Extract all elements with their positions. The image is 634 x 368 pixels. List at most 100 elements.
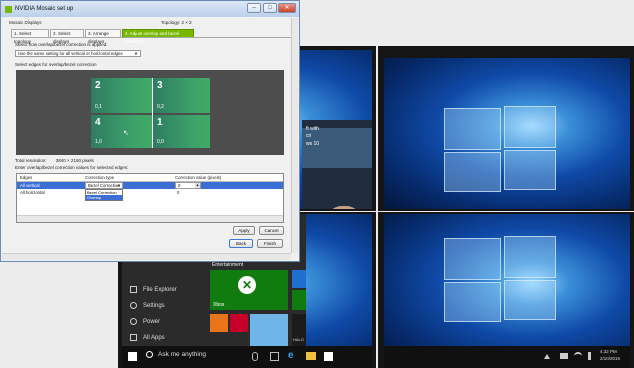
maximize-button[interactable]: □ xyxy=(263,3,277,13)
edge-cell: All vertical xyxy=(20,183,40,188)
tile-group-label: Entertainment xyxy=(212,262,244,268)
window-pane xyxy=(444,282,501,322)
dialog-title: NVIDIA Mosaic set up xyxy=(15,6,74,12)
dialog-vertical-scrollbar[interactable] xyxy=(291,18,298,253)
window-pane xyxy=(504,280,556,320)
nvidia-mosaic-dialog: NVIDIA Mosaic set up – □ ✕ Mosaic Displa… xyxy=(0,0,300,262)
apply-button[interactable]: Apply xyxy=(233,226,255,235)
start-item-label: Power xyxy=(143,318,161,325)
minimize-button[interactable]: – xyxy=(247,3,261,13)
tab-arrange-displays[interactable]: 3. Arrange displays xyxy=(85,29,121,44)
tile-label: Xbox xyxy=(213,302,225,308)
start-item-label: Settings xyxy=(143,302,165,309)
clock-date[interactable]: 2/10/2016 xyxy=(600,356,620,361)
chevron-down-icon: ▼ xyxy=(134,51,138,56)
spin-up-icon[interactable]: ▲ xyxy=(195,183,200,188)
tile-xbox[interactable]: ✕ Xbox xyxy=(210,270,288,310)
wifi-icon[interactable] xyxy=(574,352,582,360)
window-pane xyxy=(504,150,556,190)
file-explorer-taskbar-icon[interactable] xyxy=(306,352,316,360)
correction-grid: Edges Correction type Correction value (… xyxy=(16,173,284,223)
tile-iheart[interactable] xyxy=(230,314,248,332)
search-icon xyxy=(146,351,153,358)
display-tile[interactable]: 2 0,1 xyxy=(91,78,152,113)
nvidia-logo-icon xyxy=(5,5,12,13)
back-button[interactable]: Back xyxy=(229,239,253,248)
store-taskbar-icon[interactable] xyxy=(324,352,333,361)
start-item-settings[interactable]: Settings xyxy=(130,302,165,309)
header-correction-value: Correction value (pixels) xyxy=(175,175,222,180)
mouse-pointer-icon: ↖ xyxy=(123,130,129,137)
dropdown-option[interactable]: Overlap xyxy=(86,195,122,200)
task-view-icon[interactable] xyxy=(270,352,279,361)
edge-cell: All horizontal xyxy=(20,190,45,195)
finish-button[interactable]: Finish xyxy=(257,239,283,248)
header-correction-type: Correction type xyxy=(85,175,115,180)
news-text-3: ws 10 xyxy=(306,141,320,147)
cortana-search-box[interactable]: Ask me anything xyxy=(158,351,206,358)
tile-disney[interactable] xyxy=(250,314,288,346)
apply-mode-value: Use the same setting for all vertical or… xyxy=(18,51,123,56)
correction-value-text: 0 xyxy=(178,183,181,188)
cancel-button[interactable]: Cancel xyxy=(259,226,284,235)
edges-prompt: Select edges for overlap/bezel correctio… xyxy=(15,62,97,67)
correction-value-text: 0 xyxy=(177,190,180,195)
news-text-1: ft with xyxy=(306,126,320,132)
dialog-titlebar[interactable]: NVIDIA Mosaic set up – □ ✕ xyxy=(1,1,299,17)
selected-vertical-edge[interactable] xyxy=(152,78,153,148)
clock-time[interactable]: 4:32 PM xyxy=(600,349,617,354)
display-number: 3 xyxy=(157,80,163,91)
start-item-label: All Apps xyxy=(143,334,165,341)
header-edges: Edges xyxy=(20,175,33,180)
correction-type-select[interactable]: Bezel Correction ▼ xyxy=(85,182,123,189)
tab-select-topology[interactable]: 1. Select topology xyxy=(11,29,49,44)
display-coords: 1,0 xyxy=(95,139,102,145)
window-pane xyxy=(504,106,556,148)
battery-icon[interactable] xyxy=(560,353,568,359)
news-text-2: cri xyxy=(306,133,312,139)
values-prompt: Enter overlap/bezel correction values fo… xyxy=(15,165,129,170)
apps-icon xyxy=(130,334,137,341)
monitor-bottom-right: 4:32 PM 2/10/2016 xyxy=(378,212,634,368)
display-tile[interactable]: 1 0,0 xyxy=(153,115,210,148)
chevron-up-icon[interactable] xyxy=(544,354,550,359)
table-row[interactable]: All horizontal 0 xyxy=(17,189,283,196)
window-pane xyxy=(444,152,501,192)
start-item-label: File Explorer xyxy=(143,286,177,293)
apply-prompt: Select how overlap/bezel correction is a… xyxy=(15,42,108,47)
tab-adjust-overlap[interactable]: 4. Adjust overlap and bezel correction xyxy=(122,29,194,44)
grid-horizontal-scrollbar[interactable] xyxy=(17,215,283,222)
dialog-horizontal-scrollbar[interactable] xyxy=(2,253,291,260)
windows-start-icon[interactable] xyxy=(128,352,137,361)
xbox-icon: ✕ xyxy=(238,276,256,294)
display-number: 1 xyxy=(157,117,163,128)
display-tile[interactable]: 3 0,2 xyxy=(153,78,210,113)
power-icon xyxy=(130,318,137,325)
start-item-all-apps[interactable]: All Apps xyxy=(130,334,165,341)
close-button[interactable]: ✕ xyxy=(278,3,296,13)
tile-groove[interactable] xyxy=(292,270,306,288)
start-item-file-explorer[interactable]: File Explorer xyxy=(130,286,177,293)
window-pane xyxy=(444,108,501,150)
display-coords: 0,1 xyxy=(95,104,102,110)
display-coords: 0,2 xyxy=(157,104,164,110)
total-resolution-value: 3840 × 2160 pixels xyxy=(55,158,94,163)
edge-icon[interactable]: e xyxy=(288,351,298,361)
gear-icon xyxy=(130,302,137,309)
apply-mode-select[interactable]: Use the same setting for all vertical or… xyxy=(15,50,141,57)
tile-store[interactable] xyxy=(210,314,228,332)
mode-label: Mosaic Displays xyxy=(9,20,42,25)
tab-select-displays[interactable]: 2. Select displays xyxy=(50,29,84,44)
correction-value-input[interactable]: 0 ▲ xyxy=(175,182,201,189)
monitor-top-right xyxy=(378,46,634,211)
tile-movies[interactable] xyxy=(292,290,306,310)
start-item-power[interactable]: Power xyxy=(130,318,160,325)
display-tile[interactable]: 4 1,0 ↖ xyxy=(91,115,152,148)
tile-halo[interactable]: HALO xyxy=(292,314,306,346)
table-row[interactable]: All vertical Bezel Correction ▼ 0 ▲ xyxy=(17,182,283,189)
correction-type-dropdown[interactable]: Bezel Correction Overlap xyxy=(85,189,123,201)
topology-label: Topology: 2 × 2 xyxy=(161,20,192,25)
total-resolution: Total resolution: 3840 × 2160 pixels xyxy=(15,158,94,163)
volume-icon[interactable] xyxy=(588,352,595,360)
microphone-icon[interactable] xyxy=(252,352,258,361)
